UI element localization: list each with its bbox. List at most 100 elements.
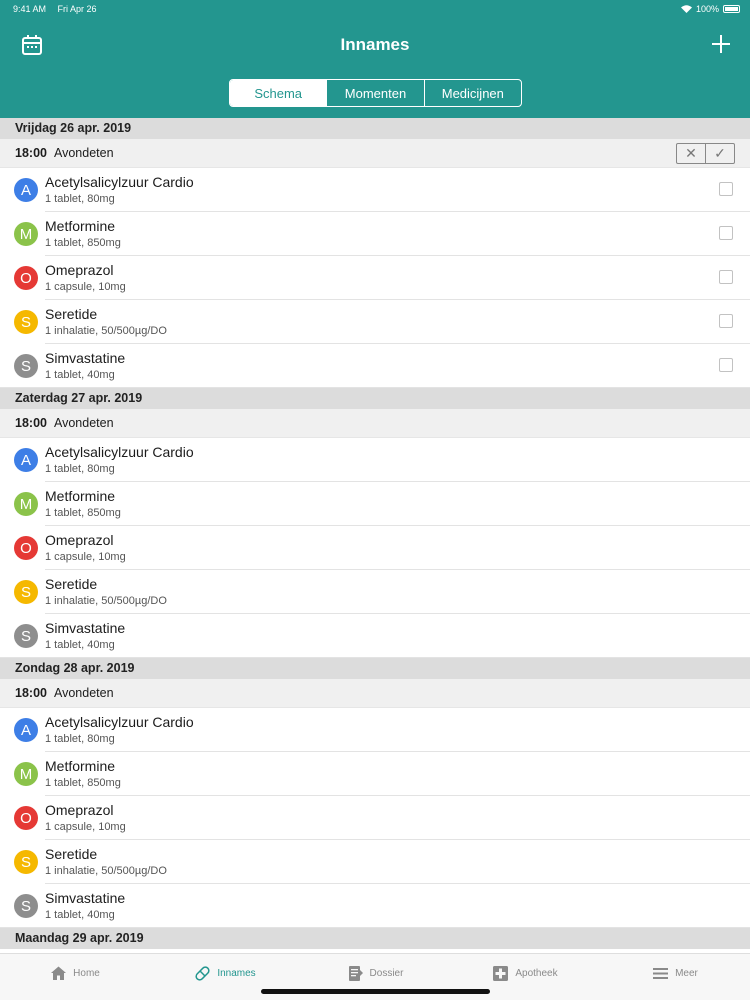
medication-row[interactable]: S Seretide 1 inhalatie, 50/500µg/DO	[0, 300, 750, 344]
medication-row[interactable]: S Seretide 1 inhalatie, 50/500µg/DO	[0, 840, 750, 884]
segment-schema[interactable]: Schema	[230, 80, 327, 106]
medication-dose: 1 inhalatie, 50/500µg/DO	[45, 325, 167, 337]
intake-moment-row: 18:00 Avondeten	[0, 409, 750, 438]
medication-row[interactable]: M Metformine 1 tablet, 850mg	[0, 482, 750, 526]
medication-row[interactable]: S Simvastatine 1 tablet, 40mg	[0, 344, 750, 388]
medication-name: Acetylsalicylzuur Cardio	[45, 714, 194, 730]
add-button[interactable]	[710, 33, 732, 55]
tab-dossier-label: Dossier	[369, 967, 404, 979]
medication-dose: 1 capsule, 10mg	[45, 281, 126, 293]
medication-letter-icon: S	[14, 850, 38, 874]
segment-momenten[interactable]: Momenten	[326, 80, 423, 106]
intake-checkbox[interactable]	[719, 182, 733, 196]
page-title: Innames	[340, 35, 410, 54]
home-indicator	[261, 989, 490, 994]
medication-name: Omeprazol	[45, 262, 114, 278]
medication-row[interactable]: S Seretide 1 inhalatie, 50/500µg/DO	[0, 570, 750, 614]
medication-dose: 1 tablet, 850mg	[45, 237, 121, 249]
medication-name: Metformine	[45, 488, 116, 504]
tab-innames-label: Innames	[217, 967, 256, 979]
tab-apotheek-label: Apotheek	[515, 967, 558, 979]
tab-meer-label: Meer	[675, 967, 698, 979]
medication-row[interactable]: M Metformine 1 tablet, 850mg	[0, 212, 750, 256]
moment-actions: ✕ ✓	[676, 143, 735, 164]
medication-row[interactable]: M Metformine 1 tablet, 850mg	[0, 752, 750, 796]
moment-time: 18:00	[15, 686, 47, 700]
medication-dose: 1 tablet, 40mg	[45, 639, 115, 651]
intake-checkbox[interactable]	[719, 226, 733, 240]
medication-row[interactable]: O Omeprazol 1 capsule, 10mg	[0, 256, 750, 300]
skip-all-button[interactable]: ✕	[677, 144, 706, 163]
medication-dose: 1 tablet, 40mg	[45, 369, 115, 381]
medication-letter-icon: S	[14, 354, 38, 378]
dossier-icon	[348, 965, 363, 981]
medication-letter-icon: S	[14, 310, 38, 334]
medication-name: Metformine	[45, 758, 116, 774]
home-icon	[51, 966, 67, 980]
medication-row[interactable]: O Omeprazol 1 capsule, 10mg	[0, 526, 750, 570]
medication-name: Simvastatine	[45, 620, 126, 636]
medication-dose: 1 inhalatie, 50/500µg/DO	[45, 595, 167, 607]
medication-letter-icon: M	[14, 762, 38, 786]
medication-name: Omeprazol	[45, 532, 114, 548]
moment-label: Avondeten	[53, 146, 114, 160]
pharmacy-cross-icon	[493, 965, 509, 981]
medication-row[interactable]: A Acetylsalicylzuur Cardio 1 tablet, 80mg	[0, 708, 750, 752]
view-segmented-control: Schema Momenten Medicijnen	[229, 79, 522, 107]
medication-name: Seretide	[45, 576, 98, 592]
medication-name: Acetylsalicylzuur Cardio	[45, 444, 194, 460]
medication-row[interactable]: S Simvastatine 1 tablet, 40mg	[0, 884, 750, 928]
day-header: Vrijdag 26 apr. 2019	[0, 118, 750, 139]
navigation-header: 9:41 AM Fri Apr 26 100% Innames Schema M…	[0, 0, 750, 118]
medication-name: Seretide	[45, 846, 98, 862]
medication-letter-icon: M	[14, 222, 38, 246]
status-date: Fri Apr 26	[57, 4, 97, 14]
confirm-all-button[interactable]: ✓	[706, 144, 734, 163]
medication-letter-icon: A	[14, 718, 38, 742]
medication-dose: 1 tablet, 850mg	[45, 507, 121, 519]
battery-percentage: 100%	[695, 4, 719, 14]
medication-row[interactable]: A Acetylsalicylzuur Cardio 1 tablet, 80mg	[0, 438, 750, 482]
intake-checkbox[interactable]	[719, 358, 733, 372]
medication-letter-icon: O	[14, 806, 38, 830]
tab-meer[interactable]: Meer	[600, 954, 750, 1000]
intake-checkbox[interactable]	[719, 270, 733, 284]
moment-label: Avondeten	[53, 416, 114, 430]
day-header: Zondag 28 apr. 2019	[0, 658, 750, 679]
medication-dose: 1 capsule, 10mg	[45, 551, 126, 563]
medication-name: Simvastatine	[45, 350, 126, 366]
moment-time: 18:00	[15, 146, 47, 160]
intake-moment-row: 18:00 Avondeten	[0, 679, 750, 708]
intake-moment-row: 18:00 Avondeten ✕ ✓	[0, 139, 750, 168]
moment-time: 18:00	[15, 416, 47, 430]
day-header: Zaterdag 27 apr. 2019	[0, 388, 750, 409]
segment-medicijnen[interactable]: Medicijnen	[423, 80, 521, 106]
medication-dose: 1 tablet, 80mg	[45, 463, 115, 475]
medication-row[interactable]: O Omeprazol 1 capsule, 10mg	[0, 796, 750, 840]
medication-letter-icon: S	[14, 894, 38, 918]
intake-checkbox[interactable]	[719, 314, 733, 328]
medication-dose: 1 capsule, 10mg	[45, 821, 126, 833]
medication-name: Seretide	[45, 306, 98, 322]
medication-letter-icon: A	[14, 178, 38, 202]
moment-label: Avondeten	[53, 686, 114, 700]
medication-dose: 1 inhalatie, 50/500µg/DO	[45, 865, 167, 877]
day-header: Maandag 29 apr. 2019	[0, 928, 750, 949]
menu-icon	[653, 967, 669, 979]
medication-row[interactable]: A Acetylsalicylzuur Cardio 1 tablet, 80mg	[0, 168, 750, 212]
pill-icon	[195, 965, 210, 981]
medication-name: Metformine	[45, 218, 116, 234]
plus-icon	[712, 35, 730, 53]
medication-dose: 1 tablet, 850mg	[45, 777, 121, 789]
medication-name: Simvastatine	[45, 890, 126, 906]
medication-name: Acetylsalicylzuur Cardio	[45, 174, 194, 190]
status-bar: 9:41 AM Fri Apr 26 100%	[0, 0, 750, 18]
medication-row[interactable]: S Simvastatine 1 tablet, 40mg	[0, 614, 750, 658]
medication-letter-icon: S	[14, 624, 38, 648]
medication-letter-icon: M	[14, 492, 38, 516]
medication-letter-icon: O	[14, 266, 38, 290]
status-time: 9:41 AM	[13, 4, 47, 14]
medication-name: Omeprazol	[45, 802, 114, 818]
medication-dose: 1 tablet, 40mg	[45, 909, 115, 921]
tab-home[interactable]: Home	[0, 954, 150, 1000]
